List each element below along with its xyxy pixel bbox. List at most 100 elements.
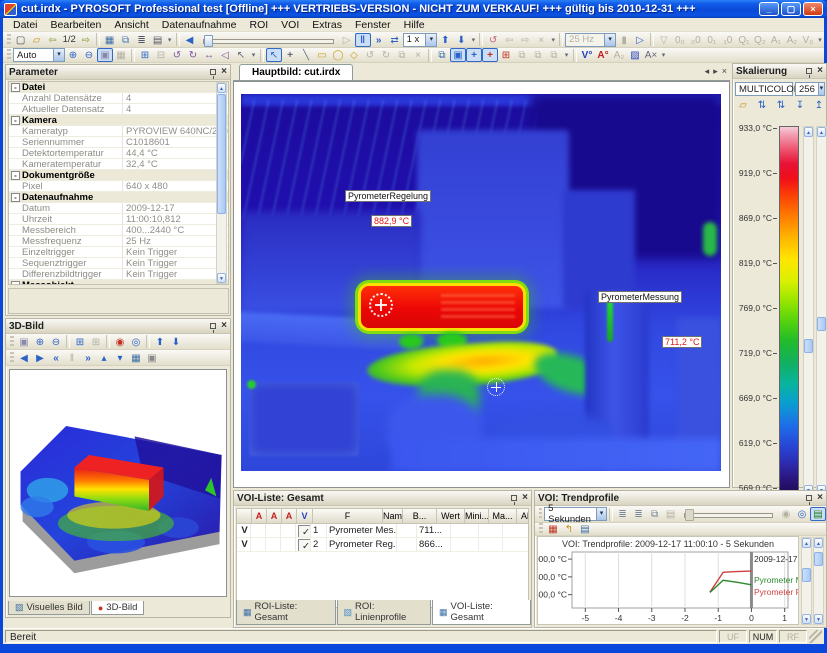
rotate-free-icon[interactable]: ◎ (128, 335, 144, 349)
snapshot-icon[interactable]: ▦ (128, 351, 144, 365)
grid-toggle-icon[interactable]: ▦ (545, 522, 561, 536)
open-icon[interactable]: ▱ (29, 33, 45, 47)
zero-offset-out-icon[interactable]: ₀0 (688, 33, 704, 47)
header-blank[interactable] (237, 509, 252, 524)
trend-scrollbar-2[interactable]: ▲ ▼ (813, 537, 824, 625)
quotient-two-icon[interactable]: Q₂ (752, 33, 768, 47)
voi-table-row[interactable]: V ✓ 1 Pyrometer Mes... 711... (237, 524, 528, 538)
parameter-row[interactable]: Uhrzeit 11:00:10,812 (9, 214, 228, 225)
zoom-in-icon[interactable]: ⊕ (32, 335, 48, 349)
voi-add-icon[interactable]: + (466, 48, 482, 62)
header-name[interactable]: Name (383, 509, 403, 524)
maximize-button[interactable]: ▢ (781, 2, 801, 16)
scroll-thumb[interactable] (814, 552, 823, 566)
parameter-row[interactable]: - Kamera (9, 115, 228, 126)
go-forward-icon[interactable]: ⇨ (517, 33, 533, 47)
parameter-row[interactable]: Einzeltrigger Kein Trigger (9, 247, 228, 258)
header-b[interactable]: B... (403, 509, 437, 524)
close-panel-icon[interactable]: × (221, 67, 227, 77)
parameter-row[interactable]: Datum 2009-12-17 (9, 203, 228, 214)
scale-range-icon[interactable]: ⇅ (754, 98, 770, 112)
delete-roi-icon[interactable]: × (410, 48, 426, 62)
legend-toggle-icon[interactable]: ▤ (810, 507, 826, 521)
header-wert[interactable]: Wert (437, 509, 465, 524)
scroll-down-icon[interactable]: ▼ (802, 614, 811, 624)
previous-record-icon[interactable]: ⇦ (45, 33, 61, 47)
parameter-row[interactable]: Differenzbildtrigger Kein Trigger (9, 269, 228, 280)
visible-checkbox[interactable]: ✓ (298, 525, 311, 538)
polygon-roi-icon[interactable]: ◇ (346, 48, 362, 62)
thermal-image[interactable]: PyrometerRegelung 882,9 °C PyrometerMess… (241, 94, 721, 471)
grid-alt-icon[interactable]: ⊟ (153, 48, 169, 62)
voi-clone-icon[interactable]: ⧉ (546, 48, 562, 62)
color-scale-bar[interactable] (779, 126, 799, 496)
pointer-icon[interactable]: ↖ (233, 48, 249, 62)
zero-level-in-icon[interactable]: 0₁ (704, 33, 720, 47)
parameter-row[interactable]: Messbereich 400...2440 °C (9, 225, 228, 236)
pause-icon[interactable]: ‖ (64, 351, 80, 365)
zero-level-out-icon[interactable]: ₁0 (720, 33, 736, 47)
scale-max-thumb[interactable] (804, 339, 813, 353)
pin-icon[interactable] (806, 495, 812, 501)
playback-speed-select[interactable]: 1 x (403, 33, 438, 47)
scroll-thumb[interactable] (217, 94, 226, 214)
rewind-icon[interactable]: « (48, 351, 64, 365)
roi-circle-regelung[interactable] (369, 293, 393, 317)
tab-3d-bild[interactable]: ● 3D-Bild (91, 601, 145, 615)
scale-min-icon[interactable]: ↧ (792, 98, 808, 112)
3d-surface-view[interactable] (9, 369, 227, 597)
header-alarm2-icon[interactable]: A (267, 509, 282, 524)
delete-frame-icon[interactable]: × (533, 33, 549, 47)
tab-hauptbild[interactable]: Hauptbild: cut.irdx (239, 64, 353, 80)
reset-view-icon[interactable]: ▣ (16, 335, 32, 349)
menu-item[interactable]: Bearbeiten (45, 19, 108, 31)
alarm-label-icon[interactable]: A° (595, 48, 611, 62)
close-panel-icon[interactable]: × (817, 66, 823, 76)
header-alarm1-icon[interactable]: A (252, 509, 267, 524)
scroll-up-icon[interactable]: ▲ (814, 538, 823, 548)
zoom-in-icon[interactable]: ⊕ (65, 48, 81, 62)
roi-temp-regelung[interactable]: 882,9 °C (371, 215, 412, 227)
pan-icon[interactable]: ◎ (794, 507, 810, 521)
tab-close-icon[interactable]: × (722, 66, 727, 77)
voi-paste-icon[interactable]: ⧉ (530, 48, 546, 62)
roi-rotate-icon[interactable]: ↺ (362, 48, 378, 62)
alarm-two-icon[interactable]: A₂ (784, 33, 800, 47)
tab-scroll-right-icon[interactable]: ▸ (713, 66, 718, 77)
pixel-grid-icon[interactable]: ▦ (113, 48, 129, 62)
loop-icon[interactable]: ⇄ (387, 33, 403, 47)
zoom-out-icon[interactable]: ⊖ (48, 335, 64, 349)
grid-icon[interactable]: ⊞ (137, 48, 153, 62)
header-max[interactable]: Ma... (489, 509, 517, 524)
parameter-row[interactable]: Kameratemperatur 32,4 °C (9, 159, 228, 170)
more-voi-options-icon[interactable]: ▾ (562, 51, 571, 59)
tab-roi-liste[interactable]: ▦ ROI-Liste: Gesamt (236, 600, 336, 625)
rectangle-roi-icon[interactable]: ▭ (314, 48, 330, 62)
undo-icon[interactable]: ↺ (485, 33, 501, 47)
load-palette-icon[interactable]: ▱ (735, 98, 751, 112)
voi-select-icon[interactable]: ▣ (450, 48, 466, 62)
first-frame-icon[interactable]: ◀ (16, 351, 32, 365)
copy-view-icon[interactable]: ▣ (144, 351, 160, 365)
close-panel-icon[interactable]: × (817, 493, 823, 503)
header-alarm[interactable]: Alar... (517, 509, 529, 524)
parameter-row[interactable]: Messfrequenz 25 Hz (9, 236, 228, 247)
more-view-options-icon[interactable]: ▾ (249, 51, 258, 59)
marker-icon[interactable]: ◉ (778, 507, 794, 521)
record-frequency-select[interactable]: 25 Hz (565, 33, 616, 47)
trend-interval-select[interactable]: 5 Sekunden (544, 507, 607, 521)
pin-icon[interactable] (511, 495, 517, 501)
parameter-scrollbar[interactable]: ▲ ▼ (216, 82, 227, 284)
parameter-row[interactable]: - Datenaufnahme (9, 192, 228, 203)
pin-icon[interactable] (210, 69, 216, 75)
flip-horizontal-icon[interactable]: ↔ (201, 48, 217, 62)
header-min[interactable]: Mini... (465, 509, 489, 524)
scroll-down-icon[interactable]: ▼ (217, 273, 226, 283)
parameter-row[interactable]: - Messobjekt (9, 280, 228, 285)
scale-max-icon[interactable]: ↥ (811, 98, 827, 112)
visible-checkbox[interactable]: ✓ (298, 539, 311, 552)
more-playback-options-icon[interactable]: ▾ (469, 36, 477, 44)
pause-icon[interactable]: ‖ (355, 33, 371, 47)
menu-item[interactable]: Extras (306, 19, 348, 31)
voi-copy-icon[interactable]: ⧉ (514, 48, 530, 62)
